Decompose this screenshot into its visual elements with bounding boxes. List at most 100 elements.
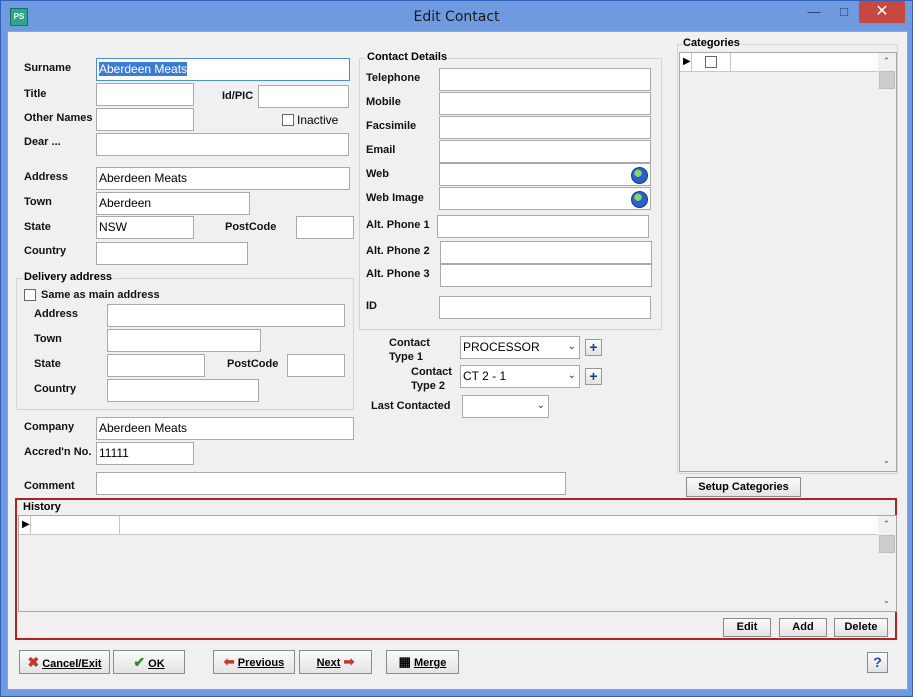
scroll-down-icon[interactable]: ⌄ xyxy=(878,595,895,606)
scroll-up-icon[interactable]: ⌃ xyxy=(878,519,895,530)
telephone-field[interactable] xyxy=(439,68,651,91)
ok-label: OK xyxy=(148,658,165,670)
id-field[interactable] xyxy=(439,296,651,319)
last-contacted-label: Last Contacted xyxy=(371,400,451,412)
ok-button[interactable]: ✔ OK xyxy=(113,650,185,674)
comment-field[interactable] xyxy=(96,472,566,495)
maximize-icon[interactable]: □ xyxy=(831,1,857,23)
chevron-down-icon: ⌄ xyxy=(567,370,576,381)
cancel-exit-button[interactable]: ✖ Cancel/Exit xyxy=(19,650,110,674)
idpic-field[interactable] xyxy=(258,85,349,108)
left-arrow-icon: ⬅ xyxy=(223,654,235,669)
web-field[interactable] xyxy=(439,163,651,186)
scroll-down-icon[interactable]: ⌄ xyxy=(878,455,895,466)
other-names-label: Other Names xyxy=(24,112,93,124)
contact-type-1-label: Contact xyxy=(389,337,430,349)
globe-icon[interactable] xyxy=(631,167,648,184)
company-field[interactable]: Aberdeen Meats xyxy=(96,417,354,440)
grid-divider xyxy=(691,53,692,71)
accred-field[interactable]: 11111 xyxy=(96,442,194,465)
delivery-address-title: Delivery address xyxy=(23,271,114,283)
alt-phone-1-field[interactable] xyxy=(437,215,649,238)
contact-type-1-select[interactable]: PROCESSOR ⌄ xyxy=(460,336,580,359)
previous-button[interactable]: ⬅ Previous xyxy=(213,650,295,674)
accred-label: Accred'n No. xyxy=(24,446,92,458)
history-scrollbar[interactable]: ⌃ ⌄ xyxy=(878,516,895,609)
other-names-field[interactable] xyxy=(96,108,194,131)
minimize-icon[interactable]: — xyxy=(801,1,827,23)
country-field[interactable] xyxy=(96,242,248,265)
contact-type-2-value: CT 2 - 1 xyxy=(463,369,507,383)
address-field[interactable]: Aberdeen Meats xyxy=(96,167,350,190)
facsimile-label: Facsimile xyxy=(366,120,417,132)
history-row[interactable]: ▶ xyxy=(19,516,878,535)
contact-type-1-value: PROCESSOR xyxy=(463,340,540,354)
merge-icon: ▦ xyxy=(398,654,411,669)
merge-label: Merge xyxy=(413,657,447,669)
delivery-country-label: Country xyxy=(34,383,77,395)
id-label: ID xyxy=(366,300,377,312)
close-icon[interactable]: ✕ xyxy=(859,1,905,23)
delivery-address-field[interactable] xyxy=(107,304,345,327)
categories-row[interactable]: ▶ xyxy=(680,53,878,72)
chevron-down-icon: ⌄ xyxy=(567,341,576,352)
email-field[interactable] xyxy=(439,140,651,163)
last-contacted-select[interactable]: ⌄ xyxy=(462,395,549,418)
state-field[interactable]: NSW xyxy=(96,216,194,239)
help-icon[interactable]: ? xyxy=(867,652,888,673)
categories-grid[interactable]: ▶ ⌃ ⌄ xyxy=(679,52,897,472)
next-label: Next xyxy=(316,657,341,669)
chevron-down-icon: ⌄ xyxy=(536,400,545,411)
dear-field[interactable] xyxy=(96,133,349,156)
history-grid[interactable]: ▶ ⌃ ⌄ xyxy=(18,515,897,612)
scroll-thumb[interactable] xyxy=(879,71,895,89)
row-indicator-icon: ▶ xyxy=(22,519,30,530)
surname-label: Surname xyxy=(24,62,72,74)
contact-type-2-select[interactable]: CT 2 - 1 ⌄ xyxy=(460,365,580,388)
delivery-country-field[interactable] xyxy=(107,379,259,402)
facsimile-field[interactable] xyxy=(439,116,651,139)
history-add-button[interactable]: Add xyxy=(779,618,827,637)
plus-icon[interactable]: + xyxy=(585,339,602,356)
history-edit-button[interactable]: Edit xyxy=(723,618,771,637)
inactive-label: Inactive xyxy=(297,113,339,127)
delivery-town-label: Town xyxy=(34,333,62,345)
categories-scrollbar[interactable]: ⌃ ⌄ xyxy=(878,53,895,469)
next-button[interactable]: Next ➡ xyxy=(299,650,372,674)
delivery-postcode-field[interactable] xyxy=(287,354,345,377)
scroll-thumb[interactable] xyxy=(879,535,895,553)
alt-phone-3-field[interactable] xyxy=(440,264,652,287)
same-as-main-label: Same as main address xyxy=(41,289,160,301)
setup-categories-button[interactable]: Setup Categories xyxy=(686,477,801,497)
telephone-label: Telephone xyxy=(366,72,421,84)
web-image-field[interactable] xyxy=(439,187,651,210)
alt-phone-2-field[interactable] xyxy=(440,241,652,264)
delivery-state-field[interactable] xyxy=(107,354,205,377)
town-label: Town xyxy=(24,196,52,208)
country-label: Country xyxy=(24,245,67,257)
same-as-main-checkbox[interactable] xyxy=(24,289,36,301)
globe-icon[interactable] xyxy=(631,191,648,208)
title-field[interactable] xyxy=(96,83,194,106)
web-label: Web xyxy=(366,168,390,180)
history-delete-button[interactable]: Delete xyxy=(834,618,888,637)
web-image-label: Web Image xyxy=(366,192,424,204)
mobile-field[interactable] xyxy=(439,92,651,115)
town-field[interactable]: Aberdeen xyxy=(96,192,250,215)
postcode-field[interactable] xyxy=(296,216,354,239)
delivery-town-field[interactable] xyxy=(107,329,261,352)
address-label: Address xyxy=(24,171,69,183)
merge-button[interactable]: ▦ Merge xyxy=(386,650,459,674)
title-label: Title xyxy=(24,88,47,100)
contact-type-1-label-2: Type 1 xyxy=(389,351,424,363)
dear-label: Dear ... xyxy=(24,136,61,148)
delivery-address-label: Address xyxy=(34,308,79,320)
plus-icon[interactable]: + xyxy=(585,368,602,385)
scroll-up-icon[interactable]: ⌃ xyxy=(878,56,895,67)
delivery-postcode-label: PostCode xyxy=(227,358,279,370)
check-icon: ✔ xyxy=(133,654,146,670)
category-checkbox[interactable] xyxy=(705,56,717,68)
title-bar: PS Edit Contact — □ ✕ xyxy=(1,1,912,33)
inactive-checkbox[interactable] xyxy=(282,114,294,126)
surname-field[interactable]: Aberdeen Meats xyxy=(96,58,350,81)
